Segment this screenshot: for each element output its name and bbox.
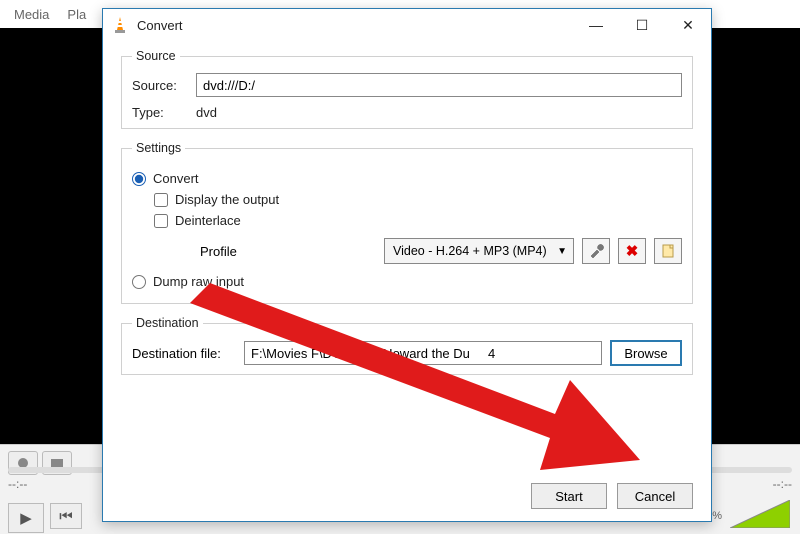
convert-radio-label: Convert bbox=[153, 171, 199, 186]
type-label: Type: bbox=[132, 105, 188, 120]
new-profile-button[interactable] bbox=[654, 238, 682, 264]
time-total: --:-- bbox=[773, 477, 792, 491]
maximize-button[interactable]: ☐ bbox=[619, 9, 665, 41]
menu-media[interactable]: Media bbox=[14, 7, 49, 22]
start-button[interactable]: Start bbox=[531, 483, 607, 509]
close-button[interactable]: ✕ bbox=[665, 9, 711, 41]
destination-file-input[interactable] bbox=[244, 341, 602, 365]
convert-dialog: Convert — ☐ ✕ Source Source: Type: dvd S… bbox=[102, 8, 712, 522]
destination-legend: Destination bbox=[132, 316, 203, 330]
settings-legend: Settings bbox=[132, 141, 185, 155]
volume-slider[interactable] bbox=[730, 500, 790, 528]
profile-label: Profile bbox=[200, 244, 256, 259]
play-button[interactable]: ▶ bbox=[8, 503, 44, 533]
type-value: dvd bbox=[196, 105, 217, 120]
profile-value: Video - H.264 + MP3 (MP4) bbox=[393, 244, 547, 258]
minimize-button[interactable]: — bbox=[573, 9, 619, 41]
source-label: Source: bbox=[132, 78, 188, 93]
display-output-checkbox[interactable] bbox=[154, 193, 168, 207]
convert-radio-row[interactable]: Convert bbox=[132, 171, 682, 186]
dialog-title: Convert bbox=[137, 18, 573, 33]
source-group: Source Source: Type: dvd bbox=[121, 49, 693, 129]
deinterlace-checkbox[interactable] bbox=[154, 214, 168, 228]
display-output-row[interactable]: Display the output bbox=[154, 192, 682, 207]
display-output-label: Display the output bbox=[175, 192, 279, 207]
wrench-icon bbox=[588, 243, 604, 259]
new-file-icon bbox=[660, 243, 676, 259]
destination-file-label: Destination file: bbox=[132, 346, 236, 361]
browse-button[interactable]: Browse bbox=[610, 340, 682, 366]
cancel-button[interactable]: Cancel bbox=[617, 483, 693, 509]
deinterlace-row[interactable]: Deinterlace bbox=[154, 213, 682, 228]
titlebar: Convert — ☐ ✕ bbox=[103, 9, 711, 41]
chevron-down-icon: ▼ bbox=[557, 246, 567, 257]
menu-playback[interactable]: Pla bbox=[67, 7, 86, 22]
time-elapsed: --:-- bbox=[8, 477, 27, 491]
dump-raw-label: Dump raw input bbox=[153, 274, 244, 289]
delete-profile-button[interactable]: ✖ bbox=[618, 238, 646, 264]
deinterlace-label: Deinterlace bbox=[175, 213, 241, 228]
dump-raw-radio[interactable] bbox=[132, 275, 146, 289]
source-input[interactable] bbox=[196, 73, 682, 97]
prev-button[interactable]: ⏮ bbox=[50, 503, 82, 529]
destination-group: Destination Destination file: Browse bbox=[121, 316, 693, 375]
convert-radio[interactable] bbox=[132, 172, 146, 186]
source-legend: Source bbox=[132, 49, 180, 63]
delete-icon: ✖ bbox=[626, 242, 639, 260]
vlc-icon bbox=[111, 16, 129, 34]
settings-group: Settings Convert Display the output Dein… bbox=[121, 141, 693, 304]
edit-profile-button[interactable] bbox=[582, 238, 610, 264]
profile-combo[interactable]: Video - H.264 + MP3 (MP4) ▼ bbox=[384, 238, 574, 264]
dump-raw-row[interactable]: Dump raw input bbox=[132, 274, 682, 289]
